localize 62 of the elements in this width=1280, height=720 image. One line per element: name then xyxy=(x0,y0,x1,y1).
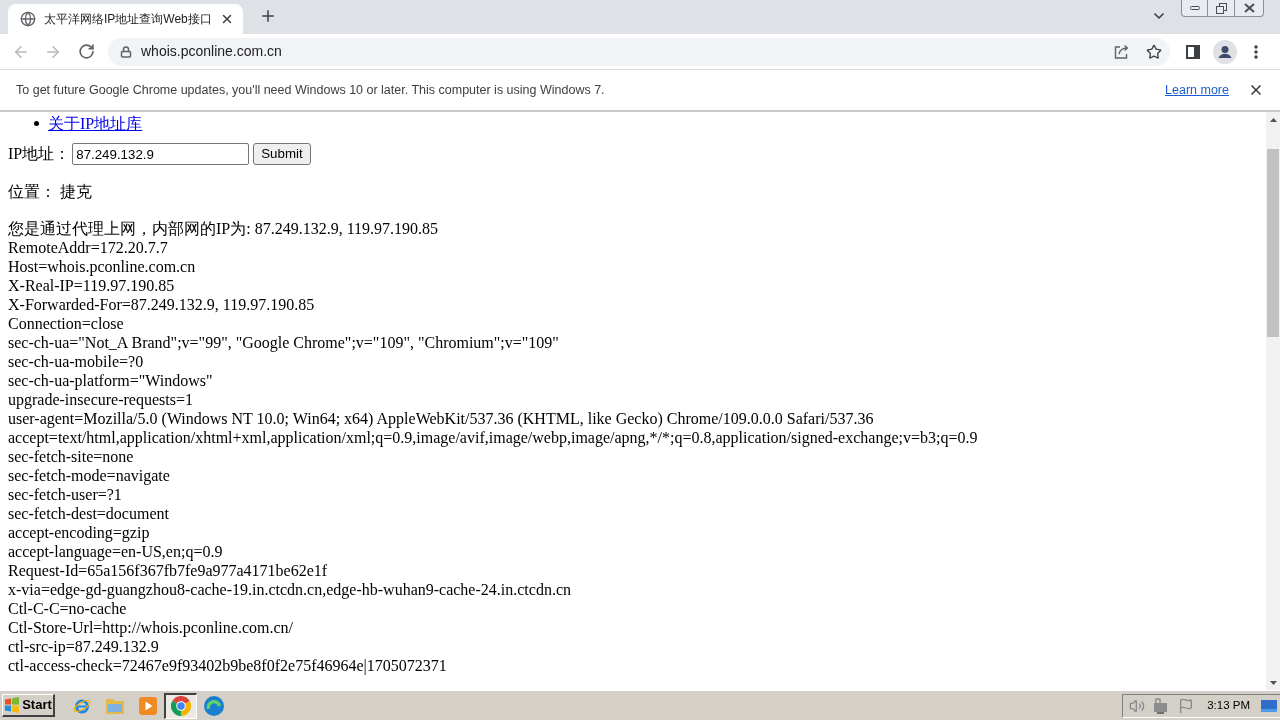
request-info-line: X-Forwarded-For=87.249.132.9, 119.97.190.85 xyxy=(8,295,315,314)
close-icon xyxy=(1243,3,1255,13)
tray-clock[interactable]: 3:13 PM xyxy=(1207,696,1250,715)
request-info-line: Ctl-Store-Url=http://whois.pconline.com.cn/ xyxy=(8,618,293,637)
profile-icon xyxy=(1213,39,1237,64)
request-info-line: accept=text/html,application/xhtml+xml,application/xml;q=0.9,image/avif,image/webp,image/apng,*/*;q=0.8,application/signed-exchange;v=b3;q=0.9 xyxy=(8,428,978,447)
request-info-line: ctl-src-ip=87.249.132.9 xyxy=(8,637,159,656)
browser-logo-icon xyxy=(171,696,191,716)
menu-icon xyxy=(1254,44,1258,59)
request-info-line: sec-ch-ua-platform="Windows" xyxy=(8,371,213,390)
request-info-line: user-agent=Mozilla/5.0 (Windows NT 10.0; Win64; x64) AppleWebKit/537.36 (KHTML, like Gecko) Chrome/109.0.0.0 Safari/537.36 xyxy=(8,409,874,428)
request-info-line: accept-language=en-US,en;q=0.9 xyxy=(8,542,223,561)
share-icon xyxy=(1114,44,1130,59)
request-info-line: 您是通过代理上网，内部网的IP为: 87.249.132.9, 119.97.190.85 xyxy=(8,219,439,238)
bullet-icon xyxy=(34,121,39,126)
request-info-line: Connection=close xyxy=(8,314,124,333)
request-info-line: upgrade-insecure-requests=1 xyxy=(8,390,193,409)
star-icon xyxy=(1146,43,1162,60)
down-triangle-icon xyxy=(1269,680,1277,685)
taskbar-app-button[interactable] xyxy=(164,692,197,719)
location-text: 位置： 捷克 xyxy=(8,182,92,202)
request-info-line: X-Real-IP=119.97.190.85 xyxy=(8,276,175,295)
desktop-icon xyxy=(1261,699,1277,712)
request-info-line: RemoteAddr=172.20.7.7 xyxy=(8,238,168,257)
address-bar[interactable]: whois.pconline.com.cn xyxy=(108,37,1170,66)
side-panel-icon xyxy=(1186,44,1200,59)
request-info-line: ctl-access-check=72467e9f93402b9be8f0f2e75f46964e|1705072371 xyxy=(8,656,447,675)
request-info-line: Request-Id=65a156f367fb7fe9a977a4171be62e1f xyxy=(8,561,328,580)
globe-icon xyxy=(20,11,36,27)
windows-flag-icon xyxy=(4,697,21,713)
learn-more-link[interactable]: Learn more xyxy=(1165,80,1229,100)
close-icon xyxy=(220,12,234,26)
close-infobar-button[interactable] xyxy=(1248,82,1264,98)
infobar-message: To get future Google Chrome updates, you'll need Windows 10 or later. This computer is using Windows 7. xyxy=(16,81,605,99)
url-text: whois.pconline.com.cn xyxy=(141,42,282,61)
reload-icon xyxy=(77,43,95,60)
play-icon xyxy=(137,695,158,716)
minimize-icon xyxy=(1189,6,1200,10)
nav-link[interactable]: 关于IP地址库 xyxy=(48,114,143,133)
request-info-line: accept-encoding=gzip xyxy=(8,523,150,542)
request-info-line: sec-fetch-site=none xyxy=(8,447,134,466)
browser-tab[interactable]: 太平洋网络IP地址查询Web接口 xyxy=(8,4,243,34)
swirl-logo-icon xyxy=(203,695,224,716)
start-button[interactable]: Start xyxy=(2,694,55,717)
scrollbar-thumb[interactable] xyxy=(1267,149,1279,337)
request-info-line: sec-fetch-mode=navigate xyxy=(8,466,170,485)
ip-label: IP地址： xyxy=(8,144,71,164)
lock-icon xyxy=(120,45,132,58)
request-info-line: Ctl-C-C=no-cache xyxy=(8,599,127,618)
request-info-line: Host=whois.pconline.com.cn xyxy=(8,257,196,276)
up-triangle-icon xyxy=(1269,117,1277,122)
profile-button[interactable] xyxy=(1211,37,1239,66)
ip-input[interactable]: 87.249.132.9 xyxy=(72,143,250,165)
submit-button[interactable]: Submit xyxy=(253,143,311,165)
plus-icon xyxy=(259,7,277,25)
request-info-line: sec-ch-ua="Not_A Brand";v="99", "Google Chrome";v="109", "Chromium";v="109" xyxy=(8,333,559,352)
request-info-line: x-via=edge-gd-guangzhou8-cache-19.in.ctcdn.cn,edge-hb-wuhan9-cache-24.in.ctcdn.cn xyxy=(8,580,571,599)
request-info-line: sec-fetch-user=?1 xyxy=(8,485,122,504)
request-info-line: sec-ch-ua-mobile=?0 xyxy=(8,352,144,371)
network-icon[interactable] xyxy=(1153,697,1170,714)
request-info-line: sec-fetch-dest=document xyxy=(8,504,169,523)
close-icon xyxy=(1248,82,1264,98)
